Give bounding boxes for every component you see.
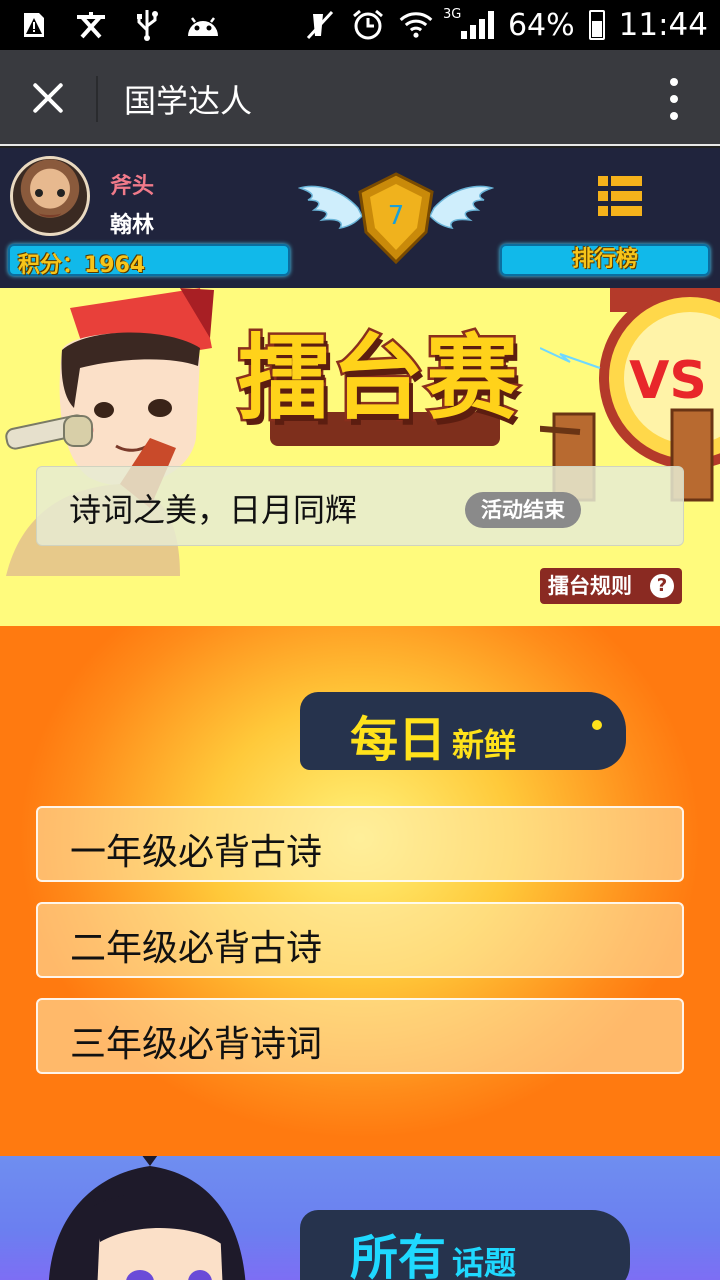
arena-rules-button[interactable]: 擂台规则 ? bbox=[540, 568, 682, 604]
usb-icon bbox=[130, 8, 164, 42]
battery-icon bbox=[588, 10, 605, 40]
topic-item[interactable]: 二年级必背古诗 bbox=[36, 902, 684, 978]
vs-text: VS bbox=[629, 351, 707, 411]
arena-title-wrap: 擂台赛 bbox=[235, 304, 558, 435]
all-topics-heading-big: 所有 bbox=[350, 1230, 447, 1280]
daily-heading-big: 每日 bbox=[350, 712, 447, 768]
topic-label: 三年级必背诗词 bbox=[70, 1024, 323, 1065]
avatar[interactable] bbox=[10, 156, 90, 236]
event-status-badge: 活动结束 bbox=[465, 492, 581, 528]
signal-icon: 3G bbox=[443, 7, 494, 39]
arena-banner[interactable]: VS 擂台赛 诗词之美，日月同辉 活动结束 擂台规则 ? bbox=[0, 288, 720, 626]
user-nickname: 斧头 bbox=[110, 174, 155, 199]
all-topics-heading-small: 话题 bbox=[452, 1244, 517, 1280]
leaderboard-button[interactable]: 排行榜 bbox=[500, 244, 710, 276]
clock: 11:44 bbox=[618, 7, 708, 43]
app-bar-divider bbox=[96, 76, 98, 122]
topic-item[interactable]: 一年级必背古诗 bbox=[36, 806, 684, 882]
daily-heading-small: 新鲜 bbox=[452, 726, 517, 764]
event-card[interactable]: 诗词之美，日月同辉 活动结束 bbox=[36, 466, 684, 546]
topic-label: 二年级必背古诗 bbox=[70, 928, 323, 969]
warning-icon bbox=[18, 8, 52, 42]
battery-percentage: 64% bbox=[507, 7, 575, 43]
arena-rules-label: 擂台规则 bbox=[548, 574, 632, 598]
score-label: 积分：1964 bbox=[18, 253, 146, 278]
more-options-button[interactable] bbox=[668, 78, 680, 120]
android-icon bbox=[186, 8, 220, 42]
level-badge-icon: 7 bbox=[298, 172, 494, 265]
arena-title: 擂台赛 bbox=[235, 323, 521, 435]
all-topics-section: 所有 话题 bbox=[0, 1156, 720, 1280]
topic-label: 一年级必背古诗 bbox=[70, 832, 323, 873]
all-topics-heading-ribbon: 所有 话题 bbox=[300, 1210, 630, 1280]
daily-section: 每日 新鲜 一年级必背古诗 二年级必背古诗 三年级必背诗词 bbox=[0, 626, 720, 1156]
event-name: 诗词之美，日月同辉 bbox=[69, 491, 358, 529]
girl-character-illustration bbox=[49, 1156, 246, 1280]
network-type-label: 3G bbox=[442, 7, 462, 22]
alarm-icon bbox=[351, 8, 385, 42]
wifi-icon bbox=[399, 8, 433, 42]
leaderboard-label: 排行榜 bbox=[571, 247, 638, 272]
level-number: 7 bbox=[388, 201, 405, 231]
page-title: 国学达人 bbox=[124, 82, 253, 120]
status-bar: 3G 64% 11:44 bbox=[0, 0, 720, 50]
topic-item[interactable]: 三年级必背诗词 bbox=[36, 998, 684, 1074]
text-input-icon bbox=[74, 8, 108, 42]
close-button[interactable] bbox=[26, 76, 70, 120]
status-right-icons: 3G 64% 11:44 bbox=[303, 6, 708, 44]
help-icon: ? bbox=[650, 574, 674, 598]
list-icon[interactable] bbox=[598, 176, 642, 216]
user-header: 斧头 翰林 7 积分：1964 排行榜 bbox=[0, 148, 720, 288]
user-rank-title: 翰林 bbox=[110, 213, 155, 238]
daily-heading-ribbon: 每日 新鲜 bbox=[300, 692, 626, 776]
mute-icon bbox=[303, 8, 337, 42]
app-bar: 国学达人 bbox=[0, 50, 720, 146]
score-bar: 积分：1964 bbox=[8, 244, 290, 278]
status-left-icons bbox=[18, 8, 220, 42]
